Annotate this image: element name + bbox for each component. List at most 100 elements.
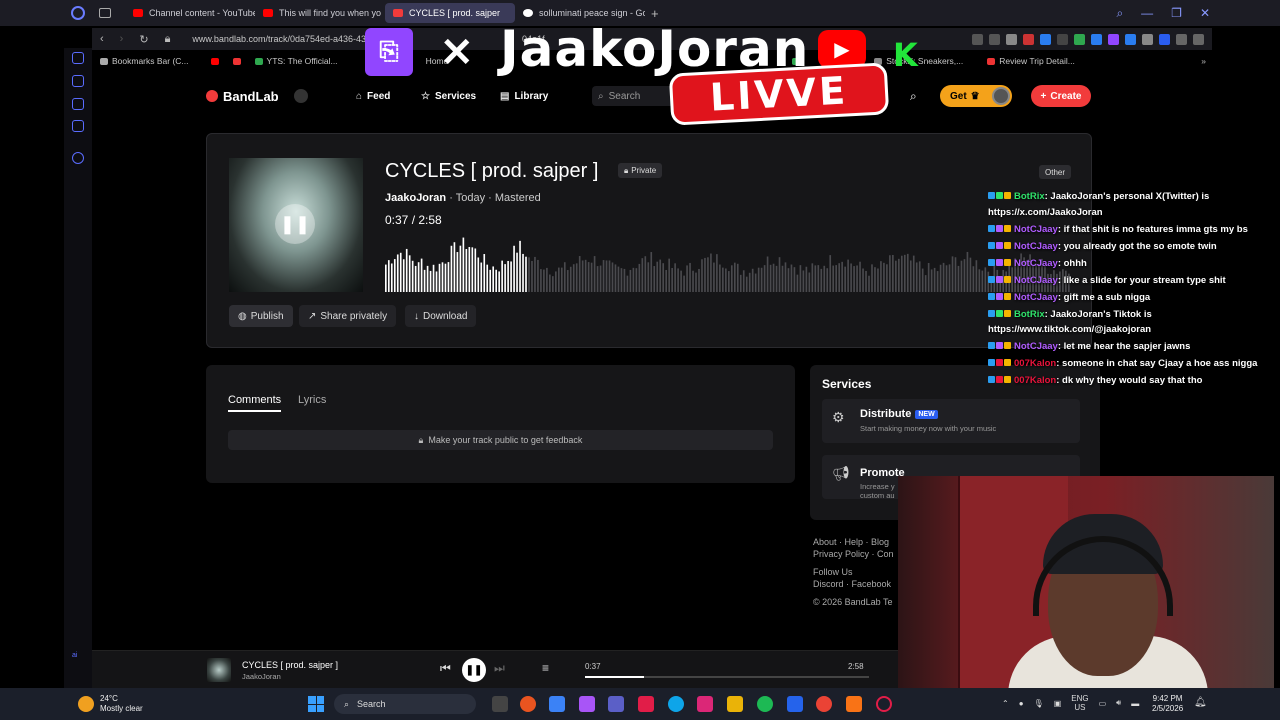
start-button[interactable] — [308, 696, 324, 712]
nav-library[interactable]: ▤ Library — [500, 91, 548, 102]
search-input[interactable]: ⌕ Search — [592, 86, 682, 106]
tab-manager-icon[interactable] — [99, 8, 111, 18]
region-indicator[interactable]: US — [1071, 703, 1088, 712]
sidebar-ai-icon[interactable]: ai — [72, 652, 77, 659]
puzzle-icon[interactable] — [1142, 33, 1153, 45]
back-icon[interactable]: ‹ — [100, 33, 104, 45]
sidebar-settings-icon[interactable] — [72, 152, 84, 164]
footer-social-row[interactable]: Discord · Facebook — [813, 578, 894, 590]
forward-icon[interactable]: › — [120, 33, 124, 45]
heart-icon[interactable] — [1006, 33, 1017, 45]
nav-services[interactable]: ☆ Services — [421, 91, 476, 102]
tab-bandlab[interactable]: CYCLES [ prod. sajper — [385, 3, 515, 23]
bookmark-folder[interactable]: Bookmarks Bar (C... — [100, 56, 189, 66]
extension-icon[interactable] — [1074, 33, 1085, 45]
bookmark-item[interactable]: YTS: The Official... — [254, 56, 338, 66]
network-icon[interactable]: ▭ — [1099, 699, 1107, 708]
microphone-icon[interactable]: 🎙︎ — [1034, 699, 1044, 708]
chat-badges-icon — [988, 239, 1014, 255]
notification-bell-icon[interactable]: 🔔︎ — [1194, 697, 1207, 708]
close-icon[interactable]: ✕ — [1200, 6, 1210, 21]
taskbar-app-icon[interactable] — [787, 696, 803, 712]
extension-icon[interactable] — [972, 33, 983, 45]
tray-app-icon[interactable]: ▣ — [1054, 699, 1062, 708]
maximize-icon[interactable]: ❐ — [1171, 6, 1182, 21]
previous-icon[interactable]: ⏮︎ — [440, 661, 451, 676]
taskbar-search-label: Search — [357, 699, 386, 709]
bandlab-logo[interactable]: BandLab — [206, 89, 279, 104]
taskbar-app-icon[interactable] — [520, 696, 536, 712]
battery-icon[interactable]: ▬ — [1131, 699, 1139, 708]
bookmark-item[interactable] — [232, 57, 241, 65]
brave-icon[interactable] — [846, 696, 862, 712]
cover-pause-button[interactable]: ❚❚ — [275, 204, 315, 244]
taskbar-search[interactable]: ⌕ Search — [334, 694, 476, 714]
more-bookmarks-icon[interactable]: » — [1201, 56, 1212, 66]
bookmark-item[interactable]: StockX: Sneakers,... — [874, 56, 963, 66]
player-pause-button[interactable]: ❚❚ — [462, 658, 486, 682]
new-tab-button[interactable]: + — [651, 6, 659, 21]
task-view-icon[interactable] — [492, 696, 508, 712]
minimize-icon[interactable]: — — [1141, 6, 1153, 21]
file-explorer-icon[interactable] — [727, 696, 743, 712]
weather-widget[interactable]: 24°C Mostly clear — [78, 694, 143, 714]
tray-chevron-icon[interactable]: ⌃ — [1002, 699, 1009, 708]
share-privately-button[interactable]: ↗ Share privately — [299, 305, 397, 327]
download-button[interactable]: ↓ Download — [405, 305, 477, 327]
next-icon[interactable]: ⏭︎ — [494, 661, 505, 676]
bookmark-item[interactable] — [210, 57, 219, 65]
get-membership-button[interactable]: Get ♛ — [940, 85, 1012, 107]
taskbar-clock[interactable]: 9:42 PM 2/5/2026 — [1152, 694, 1183, 714]
extension-icon[interactable] — [1091, 33, 1102, 45]
taskbar-app-icon[interactable] — [579, 696, 595, 712]
footer-links-row[interactable]: Privacy Policy · Con — [813, 548, 894, 560]
opera-logo-icon[interactable] — [71, 6, 85, 20]
search-tabs-icon[interactable]: ⌕ — [1116, 6, 1123, 21]
tray-app-icon[interactable]: ● — [1019, 699, 1024, 708]
volume-icon[interactable]: 🔊︎ — [1116, 698, 1121, 708]
opera-icon[interactable] — [876, 696, 892, 712]
queue-icon[interactable]: ≡ — [542, 661, 549, 675]
menu-icon[interactable] — [1193, 33, 1204, 45]
spotify-icon[interactable] — [757, 696, 773, 712]
waveform-scrubber[interactable] — [385, 234, 1071, 292]
bookmark-item[interactable]: Review Trip Detail... — [987, 56, 1075, 66]
publish-button[interactable]: ◍ Publish — [229, 305, 293, 327]
artist-link[interactable]: JaakoJoran — [385, 192, 446, 204]
reload-icon[interactable]: ↻ — [139, 33, 148, 46]
search-toggle-icon[interactable]: ⌕ — [910, 89, 917, 104]
player-track-title[interactable]: CYCLES [ prod. sajper ] — [242, 660, 338, 670]
player-progress-bar[interactable] — [585, 676, 869, 678]
footer-links-row[interactable]: About · Help · Blog — [813, 536, 894, 548]
edge-icon[interactable] — [668, 696, 684, 712]
chrome-icon[interactable] — [816, 696, 832, 712]
url-field[interactable]: www.bandlab.com/track/0da754ed-a436-43 — [192, 34, 366, 44]
extension-icon[interactable] — [1108, 33, 1119, 45]
tab-youtube-studio[interactable]: Channel content - YouTube — [125, 3, 255, 23]
sidebar-history-icon[interactable] — [72, 52, 84, 64]
extension-icon[interactable] — [1040, 33, 1051, 45]
tab-lyrics[interactable]: Lyrics — [298, 394, 326, 406]
sidebar-extension-icon[interactable] — [72, 120, 84, 132]
extension-icon[interactable] — [989, 33, 1000, 45]
language-indicator[interactable]: ENG — [1071, 694, 1088, 703]
download-icon[interactable] — [1176, 33, 1187, 45]
create-button[interactable]: + Create — [1031, 85, 1091, 107]
apps-grid-icon[interactable] — [294, 89, 308, 103]
tab-comments[interactable]: Comments — [228, 394, 282, 412]
service-distribute[interactable]: ⚙ Distribute NEW Start making money now w… — [822, 399, 1080, 443]
extension-icon[interactable] — [1057, 33, 1068, 45]
tab-youtube-video[interactable]: This will find you when yo — [255, 3, 385, 23]
taskbar-app-icon[interactable] — [638, 696, 654, 712]
teams-icon[interactable] — [608, 696, 624, 712]
extension-icon[interactable] — [1023, 33, 1034, 45]
profile-icon[interactable] — [1159, 33, 1170, 45]
store-icon[interactable] — [549, 696, 565, 712]
extension-icon[interactable] — [1125, 33, 1136, 45]
player-thumbnail[interactable] — [207, 658, 231, 682]
player-artist[interactable]: JaakoJoran — [242, 672, 281, 681]
nav-feed[interactable]: ⌂ Feed — [356, 91, 390, 102]
avatar[interactable] — [992, 87, 1010, 105]
create-label: Create — [1050, 90, 1082, 102]
instagram-icon[interactable] — [697, 696, 713, 712]
